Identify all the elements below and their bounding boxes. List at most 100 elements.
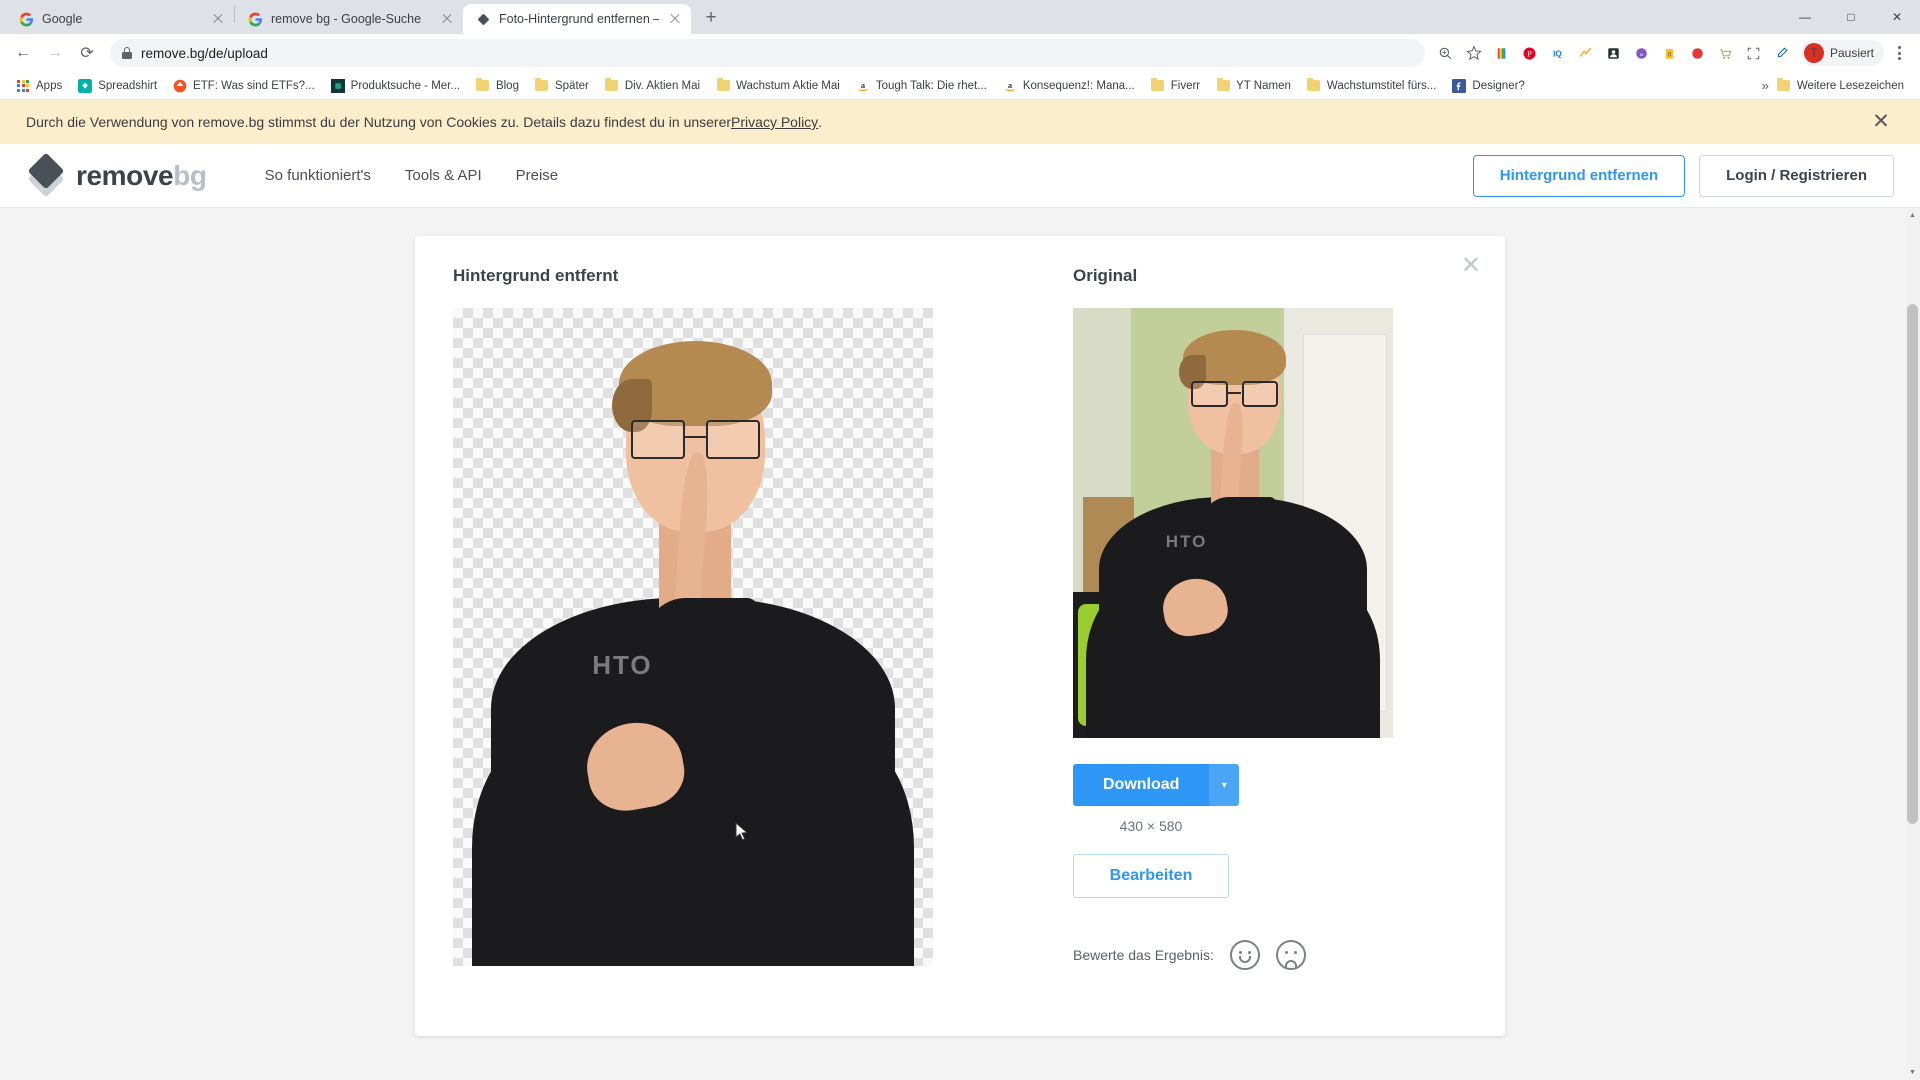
other-bookmarks-button[interactable]: Weitere Lesezeichen bbox=[1769, 76, 1912, 96]
extension-iq-icon[interactable]: IQ bbox=[1545, 40, 1571, 66]
rating-label: Bewerte das Ergebnis: bbox=[1073, 947, 1214, 963]
bookmark-konsequenz[interactable]: a Konsequenz!: Mana... bbox=[995, 76, 1143, 96]
fullscreen-icon[interactable] bbox=[1741, 40, 1767, 66]
scroll-down-icon[interactable]: ▼ bbox=[1905, 1065, 1920, 1080]
logo-name: remove bbox=[76, 159, 174, 191]
card-close-button[interactable]: ✕ bbox=[1461, 254, 1481, 278]
edit-button[interactable]: Bearbeiten bbox=[1073, 854, 1229, 898]
download-button[interactable]: Download bbox=[1073, 764, 1210, 806]
extension-pinterest-icon[interactable]: P bbox=[1517, 40, 1543, 66]
bookmark-div-aktien-mai[interactable]: Div. Aktien Mai bbox=[597, 76, 708, 96]
bookmark-label: Designer? bbox=[1472, 79, 1525, 92]
result-canvas: ✕ Hintergrund entfernt HTO Original HTO … bbox=[0, 208, 1920, 1080]
result-panels: Hintergrund entfernt HTO Original HTO Do… bbox=[453, 266, 1467, 970]
extension-red-icon[interactable] bbox=[1685, 40, 1711, 66]
remove-background-button[interactable]: Hintergrund entfernen bbox=[1472, 154, 1686, 197]
bookmark-label: Tough Talk: Die rhet... bbox=[875, 79, 987, 92]
site-logo[interactable]: removebg bbox=[26, 152, 207, 197]
minimize-button[interactable]: — bbox=[1782, 1, 1828, 33]
extension-cart-icon[interactable] bbox=[1713, 40, 1739, 66]
kebab-menu-icon[interactable] bbox=[1886, 40, 1912, 66]
close-icon[interactable] bbox=[439, 11, 455, 27]
logo-suffix: bg bbox=[173, 159, 207, 191]
nav-preise[interactable]: Preise bbox=[516, 167, 559, 184]
smiley-happy-icon[interactable] bbox=[1229, 940, 1260, 970]
subject-illustration: HTO bbox=[453, 308, 933, 966]
bookmark-label: Konsequenz!: Mana... bbox=[1022, 79, 1135, 92]
bookmark-label: Wachstumstitel fürs... bbox=[1326, 79, 1437, 92]
folder-icon bbox=[716, 78, 730, 93]
bookmark-produktsuche[interactable]: Produktsuche - Mer... bbox=[323, 76, 468, 96]
bookmark-spaeter[interactable]: Später bbox=[527, 76, 597, 96]
tab-google[interactable]: Google bbox=[6, 4, 234, 34]
subject-illustration: HTO bbox=[1073, 308, 1393, 738]
removebg-icon bbox=[475, 11, 491, 27]
window-controls: — □ ✕ bbox=[1782, 0, 1920, 34]
bookmark-yt-namen[interactable]: YT Namen bbox=[1208, 76, 1299, 96]
close-icon[interactable] bbox=[667, 11, 683, 27]
tab-title: Foto-Hintergrund entfernen – re bbox=[499, 12, 659, 26]
nav-tools-api[interactable]: Tools & API bbox=[405, 167, 482, 184]
extension-rainbow-icon[interactable] bbox=[1489, 40, 1515, 66]
etf-icon bbox=[173, 79, 187, 93]
page-scrollbar[interactable]: ▲ ▼ bbox=[1905, 208, 1920, 1080]
zoom-icon[interactable] bbox=[1433, 40, 1459, 66]
bookmarks-overflow-button[interactable]: » bbox=[1762, 78, 1769, 93]
bookmark-blog[interactable]: Blog bbox=[468, 76, 527, 96]
reload-icon[interactable]: ⟳ bbox=[72, 38, 102, 68]
back-icon[interactable]: ← bbox=[8, 38, 38, 68]
eyedropper-icon[interactable] bbox=[1769, 40, 1795, 66]
url-text: remove.bg/de/upload bbox=[141, 45, 268, 61]
bookmark-etf[interactable]: ETF: Was sind ETFs?... bbox=[165, 76, 323, 96]
extension-lightning-icon[interactable] bbox=[1573, 40, 1599, 66]
cookie-close-button[interactable]: ✕ bbox=[1870, 111, 1892, 133]
page-viewport: Durch die Verwendung von remove.bg stimm… bbox=[0, 100, 1920, 1080]
bookmark-apps[interactable]: Apps bbox=[8, 76, 70, 96]
scroll-up-icon[interactable]: ▲ bbox=[1905, 208, 1920, 223]
svg-text:IQ: IQ bbox=[1554, 49, 1563, 58]
result-card: ✕ Hintergrund entfernt HTO Original HTO … bbox=[415, 236, 1505, 1036]
close-window-button[interactable]: ✕ bbox=[1874, 1, 1920, 33]
original-image[interactable]: HTO bbox=[1073, 308, 1393, 738]
lock-icon bbox=[122, 47, 132, 59]
chevron-down-icon[interactable]: ▾ bbox=[1209, 764, 1240, 806]
forward-icon[interactable]: → bbox=[40, 38, 70, 68]
bookmark-label: Produktsuche - Mer... bbox=[350, 79, 460, 92]
bookmark-label: YT Namen bbox=[1236, 79, 1291, 92]
new-tab-button[interactable]: + bbox=[697, 4, 725, 32]
tab-remove-bg-search[interactable]: remove bg - Google-Suche bbox=[235, 4, 463, 34]
original-panel-title: Original bbox=[1073, 266, 1138, 285]
folder-icon bbox=[1307, 78, 1321, 93]
svg-text:»: » bbox=[1640, 51, 1644, 58]
cookie-banner: Durch die Verwendung von remove.bg stimm… bbox=[0, 100, 1920, 144]
privacy-policy-link[interactable]: Privacy Policy bbox=[731, 114, 818, 130]
overflow-chevrons: » bbox=[1761, 78, 1769, 93]
extension-dark-icon[interactable] bbox=[1601, 40, 1627, 66]
bookmark-fiverr[interactable]: Fiverr bbox=[1143, 76, 1208, 96]
scrollbar-thumb[interactable] bbox=[1907, 304, 1918, 824]
tab-title: Google bbox=[42, 12, 83, 26]
extension-purple-icon[interactable]: » bbox=[1629, 40, 1655, 66]
bookmark-spreadshirt[interactable]: Spreadshirt bbox=[70, 76, 165, 96]
folder-icon bbox=[1216, 78, 1230, 93]
result-image[interactable]: HTO bbox=[453, 308, 933, 966]
login-register-button[interactable]: Login / Registrieren bbox=[1699, 154, 1894, 197]
close-icon[interactable] bbox=[210, 11, 226, 27]
bookmark-label: Wachstum Aktie Mai bbox=[736, 79, 840, 92]
bookmark-wachstum-aktie-mai[interactable]: Wachstum Aktie Mai bbox=[708, 76, 848, 96]
avatar: T bbox=[1803, 43, 1824, 63]
maximize-button[interactable]: □ bbox=[1828, 1, 1874, 33]
smiley-sad-icon[interactable] bbox=[1275, 940, 1306, 970]
nav-so-funktionierts[interactable]: So funktioniert's bbox=[265, 167, 371, 184]
address-bar[interactable]: remove.bg/de/upload bbox=[110, 39, 1425, 67]
extension-shopping-icon[interactable]: 0 bbox=[1657, 40, 1683, 66]
bookmark-tough-talk[interactable]: a Tough Talk: Die rhet... bbox=[848, 76, 995, 96]
browser-window: Google remove bg - Google-Suche Foto-Hin… bbox=[0, 0, 1920, 1080]
bookmark-wachstumstitel[interactable]: Wachstumstitel fürs... bbox=[1299, 76, 1445, 96]
profile-button[interactable]: T Pausiert bbox=[1800, 40, 1884, 66]
bookmark-designer[interactable]: Designer? bbox=[1444, 76, 1532, 96]
star-icon[interactable] bbox=[1461, 40, 1487, 66]
tab-removebg-upload[interactable]: Foto-Hintergrund entfernen – re bbox=[463, 4, 691, 34]
other-bookmarks-label: Weitere Lesezeichen bbox=[1796, 79, 1904, 92]
tab-strip: Google remove bg - Google-Suche Foto-Hin… bbox=[0, 0, 1920, 34]
